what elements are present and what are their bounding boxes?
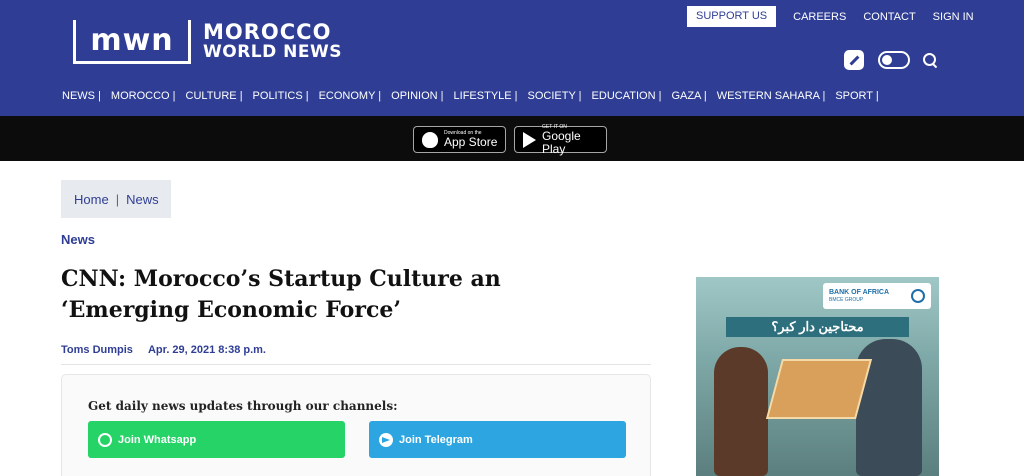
header-tools <box>844 50 938 70</box>
join-telegram-label: Join Telegram <box>399 433 473 446</box>
apple-icon <box>422 131 438 148</box>
ad-person-left <box>714 347 768 476</box>
google-play-label: GET IT ON Google Play <box>542 124 606 156</box>
nav-item-opinion[interactable]: OPINION | <box>391 90 443 102</box>
article-date: Apr. 29, 2021 8:38 p.m. <box>147 344 266 356</box>
ad-bank-logo: BANK OF AFRICA BMCE GROUP <box>823 283 931 309</box>
article-title: CNN: Morocco’s Startup Culture an ‘Emerg… <box>61 266 501 323</box>
nav-item-education[interactable]: EDUCATION | <box>592 90 662 102</box>
join-telegram-button[interactable]: Join Telegram <box>369 421 626 458</box>
site-header: mwn MOROCCO WORLD NEWS SUPPORT US CAREER… <box>0 0 1024 116</box>
nav-item-society[interactable]: SOCIETY | <box>528 90 582 102</box>
sign-in-link[interactable]: SIGN IN <box>933 11 974 23</box>
article-meta: Toms Dumpis Apr. 29, 2021 8:38 p.m. <box>61 344 266 356</box>
app-store-big-text: App Store <box>444 135 498 149</box>
page: mwn MOROCCO WORLD NEWS SUPPORT US CAREER… <box>0 0 1024 476</box>
telegram-icon <box>379 432 393 447</box>
nav-item-gaza[interactable]: GAZA | <box>671 90 706 102</box>
bank-logo-icon <box>911 289 925 303</box>
nav-item-culture[interactable]: CULTURE | <box>186 90 243 102</box>
article-category[interactable]: News <box>61 232 95 247</box>
nav-item-lifestyle[interactable]: LIFESTYLE | <box>454 90 518 102</box>
logo-wordmark: MOROCCO WORLD NEWS <box>203 20 342 63</box>
careers-link[interactable]: CAREERS <box>793 11 846 23</box>
ad-bank-sub: BMCE GROUP <box>829 297 864 303</box>
contact-link[interactable]: CONTACT <box>863 11 915 23</box>
nav-item-sport[interactable]: SPORT | <box>835 90 878 102</box>
nav-item-western-sahara[interactable]: WESTERN SAHARA | <box>717 90 826 102</box>
nav-item-morocco[interactable]: MOROCCO | <box>111 90 176 102</box>
app-store-label: Download on the App Store <box>444 130 497 149</box>
article-author[interactable]: Toms Dumpis <box>61 344 133 356</box>
meta-divider <box>61 364 651 365</box>
breadcrumb-separator: | <box>115 191 120 207</box>
logo-mark: mwn <box>73 20 191 64</box>
ad-headline: محتاجين دار كبر؟ <box>726 317 909 337</box>
nav-item-economy[interactable]: ECONOMY | <box>319 90 382 102</box>
channels-box: Get daily news updates through our chann… <box>61 374 651 476</box>
support-us-button[interactable]: SUPPORT US <box>687 6 777 27</box>
breadcrumb-news[interactable]: News <box>126 192 159 207</box>
google-play-icon <box>523 131 536 148</box>
breadcrumb-home[interactable]: Home <box>74 192 109 207</box>
google-play-button[interactable]: GET IT ON Google Play <box>514 124 607 156</box>
ad-bank-name: BANK OF AFRICA <box>829 289 890 296</box>
logo-line-1: MOROCCO <box>203 20 332 44</box>
nav-item-news[interactable]: NEWS | <box>62 90 101 102</box>
pen-icon[interactable] <box>844 50 864 70</box>
top-links: SUPPORT US CAREERS CONTACT SIGN IN <box>687 6 974 27</box>
app-store-button[interactable]: Download on the App Store <box>413 126 506 153</box>
advertisement[interactable]: BANK OF AFRICA BMCE GROUP محتاجين دار كب… <box>696 277 939 476</box>
join-whatsapp-label: Join Whatsapp <box>118 433 197 446</box>
search-icon[interactable] <box>923 52 938 68</box>
site-logo[interactable]: mwn MOROCCO WORLD NEWS <box>73 20 342 64</box>
main-nav: NEWS | MOROCCO | CULTURE | POLITICS | EC… <box>62 90 889 102</box>
nav-item-politics[interactable]: POLITICS | <box>253 90 309 102</box>
app-download-band: Download on the App Store GET IT ON Goog… <box>0 116 1024 161</box>
ad-house-illustration <box>765 359 873 419</box>
google-play-big-text: Google Play <box>542 128 581 156</box>
breadcrumb: Home | News <box>61 180 171 218</box>
join-whatsapp-button[interactable]: Join Whatsapp <box>88 421 345 458</box>
theme-toggle[interactable] <box>878 51 910 69</box>
logo-mark-text: mwn <box>90 23 174 58</box>
channels-title: Get daily news updates through our chann… <box>88 399 398 413</box>
whatsapp-icon <box>98 432 112 447</box>
logo-line-2: WORLD NEWS <box>203 42 342 62</box>
